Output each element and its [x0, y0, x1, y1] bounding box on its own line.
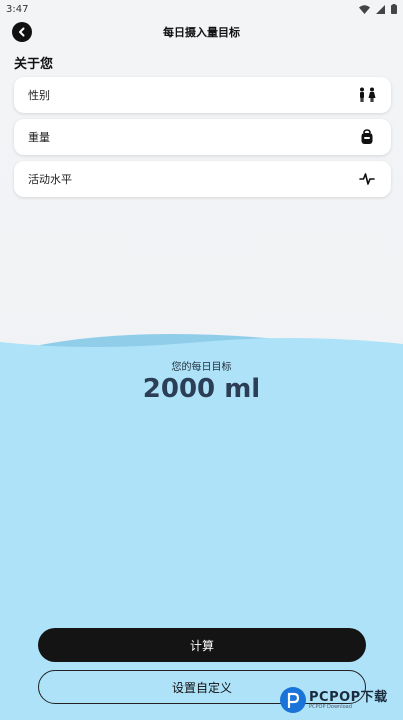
- signal-icon: [376, 4, 385, 14]
- activity-level-label: 活动水平: [28, 173, 72, 186]
- section-title: 关于您: [14, 57, 54, 72]
- status-bar: 3:47: [0, 0, 403, 18]
- page-title: 每日摄入量目标: [163, 26, 240, 39]
- pcpop-logo-icon: [280, 687, 306, 713]
- watermark-sub: PCPOP Download: [309, 703, 352, 710]
- header: 每日摄入量目标: [0, 20, 403, 44]
- gender-card[interactable]: 性别: [14, 77, 391, 113]
- wifi-icon: [359, 4, 370, 14]
- gender-label: 性别: [28, 89, 50, 102]
- gender-icon: [357, 87, 377, 103]
- calculate-button[interactable]: 计算: [38, 628, 366, 662]
- weight-icon: [357, 129, 377, 145]
- daily-goal-value: 2000 ml: [142, 374, 261, 404]
- daily-goal-label: 您的每日目标: [171, 362, 232, 373]
- weight-card[interactable]: 重量: [14, 119, 391, 155]
- battery-icon: [391, 4, 397, 14]
- watermark-brand: PCPOP下载: [309, 689, 388, 705]
- chevron-left-icon: [19, 27, 25, 37]
- status-icons: [359, 4, 397, 14]
- activity-level-card[interactable]: 活动水平: [14, 161, 391, 197]
- weight-label: 重量: [28, 131, 50, 144]
- watermark: PCPOP下载 PCPOP Download: [280, 684, 403, 716]
- activity-icon: [357, 171, 377, 187]
- back-button[interactable]: [12, 22, 32, 42]
- status-time: 3:47: [6, 3, 29, 15]
